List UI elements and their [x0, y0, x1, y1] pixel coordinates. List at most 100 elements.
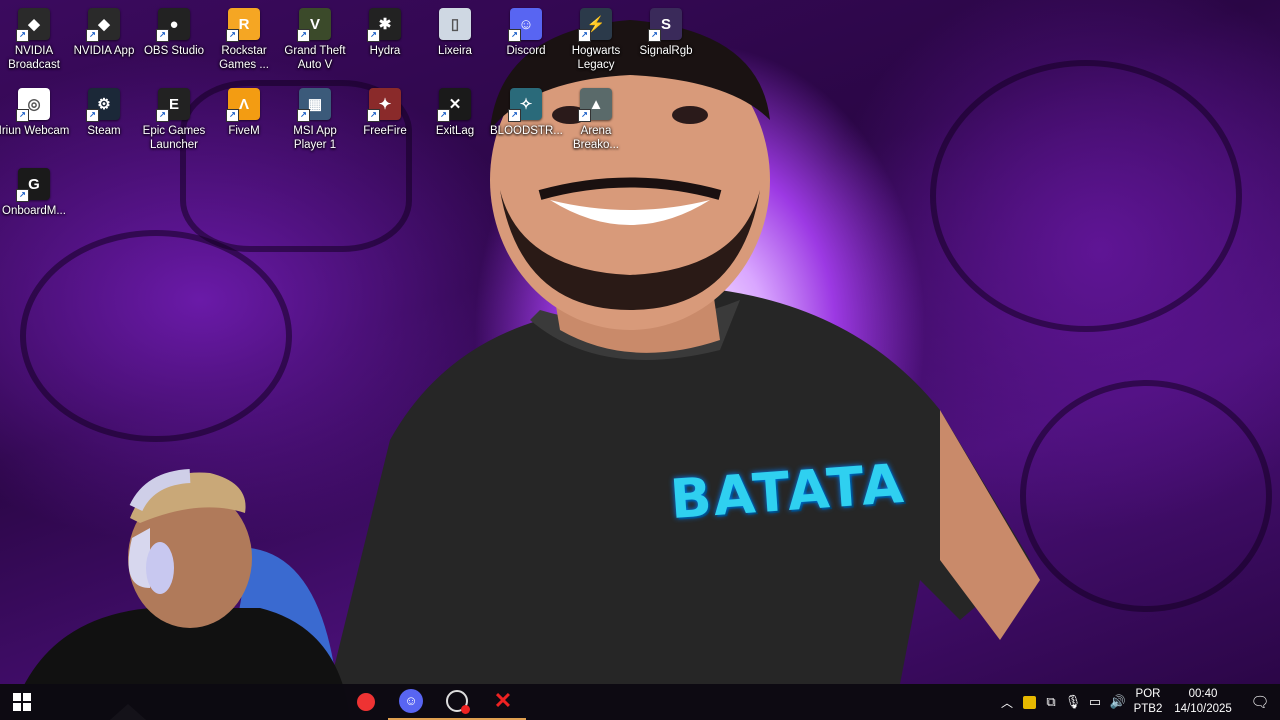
tray-overflow-button[interactable]: ︿: [996, 684, 1018, 720]
desktop-shortcut[interactable]: ⚙ ↗ Steam: [69, 88, 139, 138]
desktop-shortcut-label: Iriun Webcam: [0, 125, 70, 137]
shortcut-arrow-icon: ↗: [297, 29, 310, 42]
tray-language-button[interactable]: POR PTB2: [1130, 684, 1166, 720]
desktop-shortcut[interactable]: ▲ ↗ Arena Breako...: [561, 88, 631, 152]
chevron-up-icon: ︿: [1000, 695, 1013, 710]
hogwarts-icon: ⚡ ↗: [578, 8, 612, 42]
desktop-shortcut[interactable]: ▯ Lixeira: [420, 8, 490, 58]
webcam-overlay: [0, 468, 360, 720]
exitlag-icon: ✕: [493, 688, 513, 713]
notification-center-button[interactable]: 🗨: [1240, 684, 1280, 720]
desktop-shortcut-label: Discord: [506, 45, 546, 57]
desktop-shortcut[interactable]: ◎ ↗ Iriun Webcam: [0, 88, 69, 138]
desktop-shortcut-label: Arena Breako...: [572, 125, 620, 151]
desktop-shortcut[interactable]: ✦ ↗ FreeFire: [350, 88, 420, 138]
desktop-shortcut-label: MSI App Player 1: [293, 125, 337, 151]
desktop-shortcut[interactable]: V ↗ Grand Theft Auto V: [280, 8, 350, 72]
shortcut-arrow-icon: ↗: [156, 29, 169, 42]
start-button[interactable]: [0, 684, 44, 720]
desktop-shortcut-label: OnboardM...: [2, 205, 66, 217]
screen-icon: ⧉: [1046, 694, 1056, 709]
desktop-shortcut-label: Lixeira: [438, 45, 472, 57]
shortcut-arrow-icon: ↗: [297, 109, 310, 122]
desktop-shortcut-label: FiveM: [228, 125, 260, 137]
signalrgb-icon: S ↗: [648, 8, 682, 42]
shortcut-arrow-icon: ↗: [16, 109, 29, 122]
shortcut-arrow-icon: ↗: [367, 29, 380, 42]
windows-start-icon: [13, 693, 31, 711]
app-red-icon: [357, 693, 375, 711]
desktop-shortcut[interactable]: ✧ ↗ BLOODSTR...: [490, 88, 563, 138]
shortcut-arrow-icon: ↗: [226, 29, 239, 42]
tray-volume-button[interactable]: 🔊: [1106, 684, 1130, 720]
shortcut-arrow-icon: ↗: [86, 29, 99, 42]
desktop-shortcut[interactable]: ⚡ ↗ Hogwarts Legacy: [561, 8, 631, 72]
desktop-shortcut[interactable]: Λ ↗ FiveM: [209, 88, 279, 138]
logitech-icon: G ↗: [16, 168, 50, 202]
shortcut-arrow-icon: ↗: [648, 29, 661, 42]
tray-network-button[interactable]: ▭: [1084, 684, 1106, 720]
obs-recording-icon: [446, 690, 470, 714]
epic-icon: E ↗: [156, 88, 190, 122]
desktop-shortcut-label: OBS Studio: [143, 45, 205, 57]
desktop-shortcut-label: ExitLag: [435, 125, 475, 137]
discord-icon: ☺ ↗: [508, 8, 542, 42]
language-code: POR: [1135, 688, 1161, 700]
desktop-shortcut-label: Grand Theft Auto V: [284, 45, 346, 71]
taskbar-exitlag[interactable]: ✕: [480, 684, 526, 720]
desktop-shortcut[interactable]: ☺ ↗ Discord: [491, 8, 561, 58]
shortcut-arrow-icon: ↗: [16, 29, 29, 42]
desktop-shortcut[interactable]: S ↗ SignalRgb: [631, 8, 701, 58]
keyboard-layout: PTB2: [1133, 703, 1163, 715]
exitlag-icon: ✕ ↗: [437, 88, 471, 122]
nvidia-icon: ◆ ↗: [16, 8, 50, 42]
desktop-shortcut[interactable]: ◆ ↗ NVIDIA App: [69, 8, 139, 58]
clock-date: 14/10/2025: [1174, 703, 1232, 715]
hydra-icon: ✱ ↗: [367, 8, 401, 42]
desktop-shortcut[interactable]: ● ↗ OBS Studio: [139, 8, 209, 58]
desktop-shortcut-label: Rockstar Games ...: [219, 45, 269, 71]
desktop-shortcut[interactable]: R ↗ Rockstar Games ...: [209, 8, 279, 72]
taskbar: ☺ ✕ ︿ ⧉ 🎙 ▭ 🔊 POR PTB2 00:40 14/10/2025: [0, 684, 1280, 720]
shortcut-arrow-icon: ↗: [156, 109, 169, 122]
desktop-shortcut-label: FreeFire: [363, 125, 407, 137]
shortcut-arrow-icon: ↗: [437, 109, 450, 122]
desktop-shortcut-label: NVIDIA App: [73, 45, 135, 57]
shortcut-arrow-icon: ↗: [367, 109, 380, 122]
recycle-bin-icon: ▯: [439, 8, 471, 40]
shortcut-arrow-icon: ↗: [508, 109, 521, 122]
discord-icon: ☺: [399, 689, 423, 713]
gta-icon: V ↗: [297, 8, 331, 42]
desktop-shortcut-label: Hogwarts Legacy: [571, 45, 621, 71]
bloodstrike-icon: ✧ ↗: [508, 88, 542, 122]
tray-app-icon[interactable]: [1018, 684, 1040, 720]
desktop-shortcut[interactable]: ▦ ↗ MSI App Player 1: [280, 88, 350, 152]
clock-time: 00:40: [1188, 688, 1218, 700]
tray-clock[interactable]: 00:40 14/10/2025: [1166, 684, 1240, 720]
arena-icon: ▲ ↗: [578, 88, 612, 122]
taskbar-discord[interactable]: ☺: [388, 684, 434, 720]
tray-microphone-button[interactable]: 🎙: [1062, 684, 1084, 720]
shortcut-arrow-icon: ↗: [578, 109, 591, 122]
desktop-shortcut[interactable]: ✱ ↗ Hydra: [350, 8, 420, 58]
desktop-shortcut[interactable]: ◆ ↗ NVIDIA Broadcast: [0, 8, 69, 72]
yellow-app-icon: [1022, 695, 1036, 709]
shortcut-arrow-icon: ↗: [86, 109, 99, 122]
taskbar-app-red[interactable]: [344, 684, 388, 720]
desktop-shortcut-label: Epic Games Launcher: [142, 125, 206, 151]
desktop-shortcut-label: Steam: [87, 125, 121, 137]
desktop-shortcut[interactable]: ✕ ↗ ExitLag: [420, 88, 490, 138]
volume-icon: 🔊: [1109, 694, 1127, 709]
rockstar-icon: R ↗: [226, 8, 260, 42]
microphone-icon: 🎙: [1064, 694, 1082, 709]
desktop-shortcut-label: SignalRgb: [639, 45, 693, 57]
tray-screen-button[interactable]: ⧉: [1040, 684, 1062, 720]
taskbar-obs[interactable]: [434, 684, 480, 720]
desktop-shortcut[interactable]: E ↗ Epic Games Launcher: [139, 88, 209, 152]
obs-icon: ● ↗: [156, 8, 190, 42]
notification-icon: 🗨: [1250, 694, 1270, 711]
desktop-shortcut[interactable]: G ↗ OnboardM...: [0, 168, 69, 218]
shortcut-arrow-icon: ↗: [578, 29, 591, 42]
fivem-icon: Λ ↗: [226, 88, 260, 122]
nvidia-icon: ◆ ↗: [86, 8, 120, 42]
